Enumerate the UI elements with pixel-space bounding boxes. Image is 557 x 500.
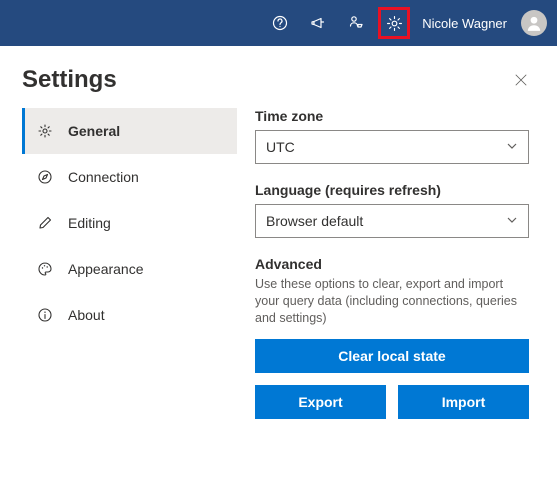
advanced-label: Advanced (255, 256, 529, 272)
sidebar-item-connection[interactable]: Connection (22, 154, 237, 200)
language-value: Browser default (266, 213, 363, 229)
clear-local-state-button[interactable]: Clear local state (255, 339, 529, 373)
language-select[interactable]: Browser default (255, 204, 529, 238)
sidebar-item-appearance[interactable]: Appearance (22, 246, 237, 292)
sidebar-item-editing[interactable]: Editing (22, 200, 237, 246)
settings-gear-icon[interactable] (378, 7, 410, 39)
settings-sidebar: General Connection Editing Appearance (22, 108, 237, 419)
sidebar-item-general[interactable]: General (22, 108, 237, 154)
panel-title: Settings (22, 66, 117, 94)
sidebar-item-label: General (68, 123, 120, 139)
help-icon[interactable] (264, 7, 296, 39)
sidebar-item-label: Appearance (68, 261, 144, 277)
megaphone-icon[interactable] (302, 7, 334, 39)
pencil-icon (36, 214, 54, 232)
sidebar-item-label: Connection (68, 169, 139, 185)
chevron-down-icon (506, 213, 518, 229)
compass-icon (36, 168, 54, 186)
chevron-down-icon (506, 139, 518, 155)
user-name[interactable]: Nicole Wagner (416, 16, 515, 31)
gear-icon (36, 122, 54, 140)
info-icon (36, 306, 54, 324)
sidebar-item-about[interactable]: About (22, 292, 237, 338)
export-button[interactable]: Export (255, 385, 386, 419)
timezone-label: Time zone (255, 108, 529, 124)
advanced-description: Use these options to clear, export and i… (255, 276, 529, 327)
language-label: Language (requires refresh) (255, 182, 529, 198)
sidebar-item-label: Editing (68, 215, 111, 231)
close-button[interactable] (507, 66, 535, 94)
settings-panel: Settings General Connection (0, 46, 557, 419)
topbar: Nicole Wagner (0, 0, 557, 46)
palette-icon (36, 260, 54, 278)
import-button[interactable]: Import (398, 385, 529, 419)
timezone-select[interactable]: UTC (255, 130, 529, 164)
avatar[interactable] (521, 10, 547, 36)
feedback-icon[interactable] (340, 7, 372, 39)
sidebar-item-label: About (68, 307, 105, 323)
settings-content: Time zone UTC Language (requires refresh… (237, 108, 535, 419)
timezone-value: UTC (266, 139, 295, 155)
